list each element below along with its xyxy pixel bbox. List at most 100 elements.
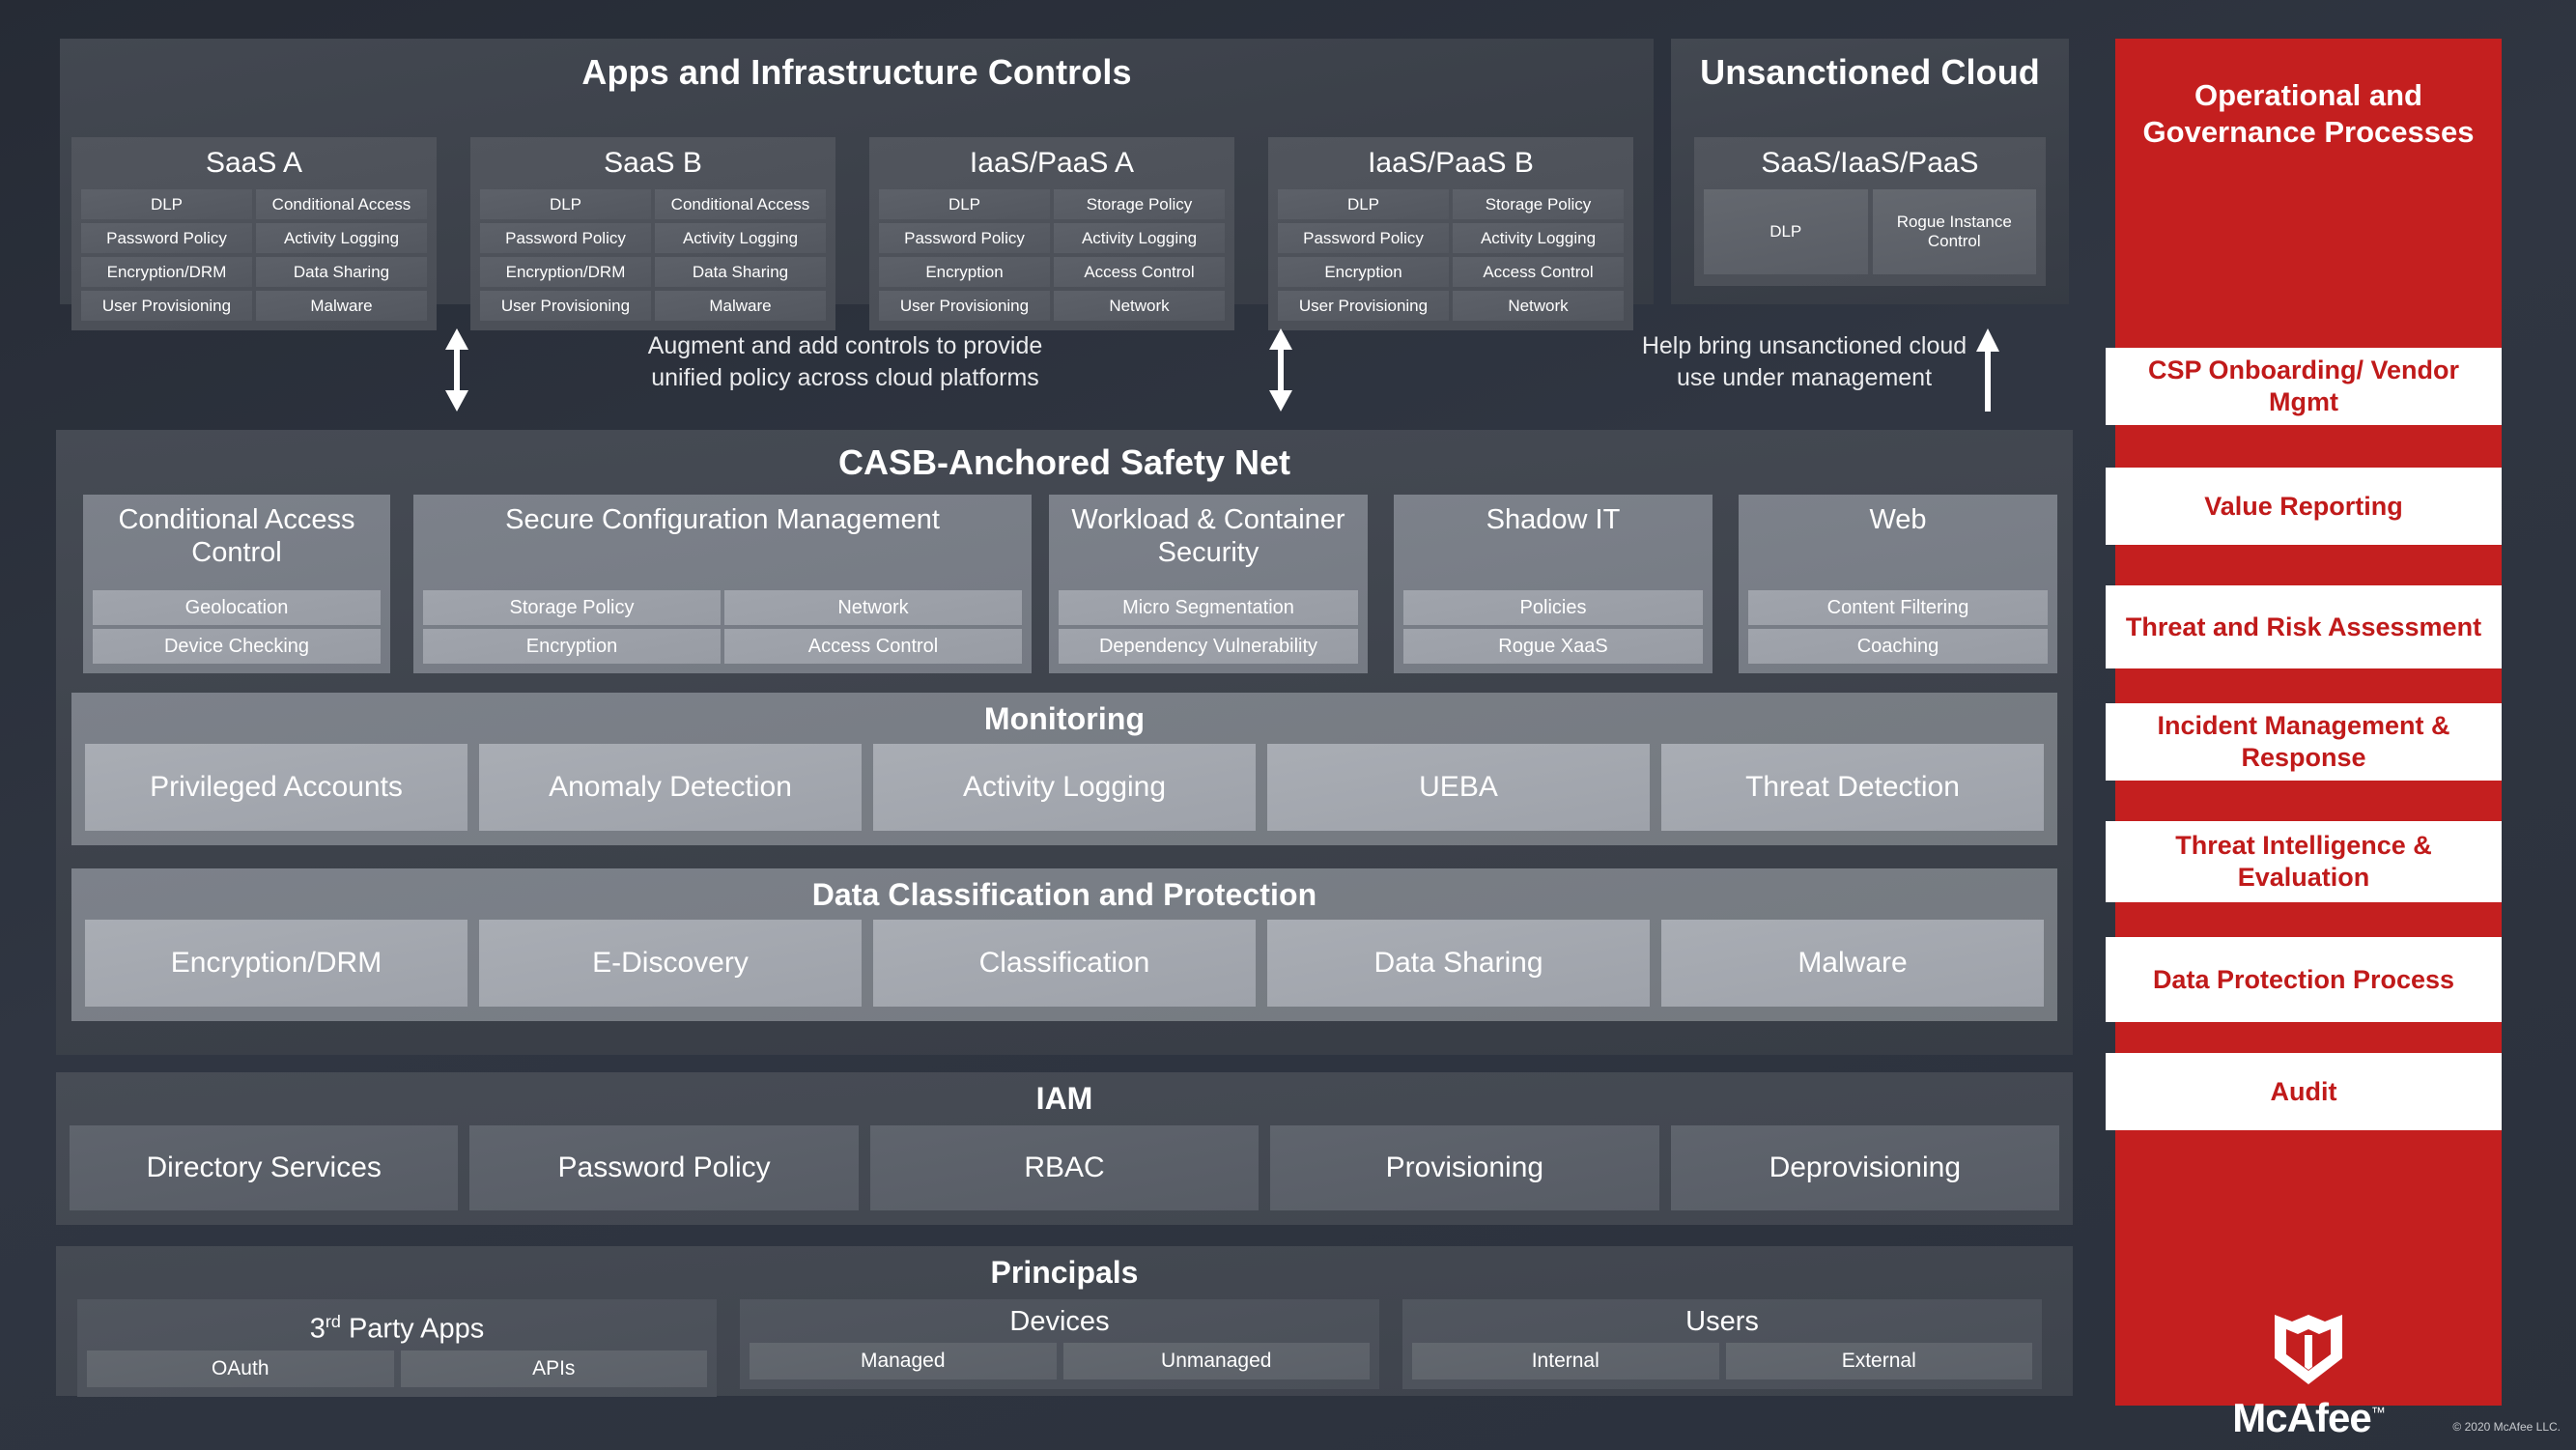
apps-infrastructure-panel: Apps and Infrastructure Controls SaaS A … [60,39,1654,330]
iam-items: Directory Services Password Policy RBAC … [70,1125,2059,1210]
column-items: Storage Policy Network Encryption Access… [423,590,1022,664]
governance-item[interactable]: Value Reporting [2106,468,2502,545]
control-cell: User Provisioning [879,291,1050,321]
iam-item: Directory Services [70,1125,459,1210]
control-cell: Malware [655,291,826,321]
iam-title: IAM [1035,1081,1093,1116]
copyright-notice: © 2020 McAfee LLC. [2452,1420,2561,1434]
mcafee-shield-icon [2275,1315,2342,1384]
column-items: Content Filtering Coaching [1748,590,2048,664]
column-item: Geolocation [93,590,381,625]
governance-rail: Operational and Governance Processes McA… [2106,39,2502,1440]
control-cell: Storage Policy [1453,189,1624,219]
governance-title: Operational and Governance Processes [2115,39,2502,151]
caption-line: Augment and add controls to provide [647,332,1043,359]
control-cell: Conditional Access [655,189,826,219]
control-cell: User Provisioning [81,291,252,321]
group-item: APIs [400,1350,707,1387]
principals-panel: Principals 3rd Party Apps OAuth APIs Dev… [56,1246,2073,1397]
column-item: Coaching [1748,629,2048,664]
column-title: Workload & Container Security [1071,504,1345,568]
control-cell: DLP [1278,189,1449,219]
column-item: Device Checking [93,629,381,664]
control-cell: Data Sharing [655,257,826,287]
control-cell: Encryption [879,257,1050,287]
provider-title: SaaS A [205,147,303,179]
governance-item[interactable]: Threat and Risk Assessment [2106,585,2502,668]
monitoring-item: Activity Logging [873,744,1256,831]
control-cell: Password Policy [480,223,651,253]
data-classification-item: E-Discovery [479,920,862,1007]
control-cell: Activity Logging [655,223,826,253]
governance-title-line: Governance Processes [2142,115,2475,149]
provider-card-saas-a: SaaS A DLP Conditional Access Password P… [71,137,437,330]
control-cell: DLP [81,189,252,219]
group-title: Users [1685,1306,1759,1337]
column-item: Policies [1403,590,1703,625]
monitoring-item: Threat Detection [1661,744,2044,831]
iam-item: Password Policy [469,1125,859,1210]
group-item: Unmanaged [1062,1343,1370,1379]
data-classification-item: Encryption/DRM [85,920,467,1007]
data-classification-title: Data Classification and Protection [811,877,1317,912]
column-items: Micro Segmentation Dependency Vulnerabil… [1059,590,1358,664]
governance-item[interactable]: Incident Management & Response [2106,703,2502,781]
casb-column-conditional-access-control: Conditional Access Control Geolocation D… [83,495,390,673]
monitoring-item: Anomaly Detection [479,744,862,831]
control-cell: Data Sharing [256,257,427,287]
upward-arrow-right [1976,328,1999,412]
group-item: Internal [1412,1343,1719,1379]
governance-item[interactable]: CSP Onboarding/ Vendor Mgmt [2106,348,2502,425]
provider-title: IaaS/PaaS B [1368,147,1534,179]
bidirectional-arrow-middle [1269,328,1292,412]
monitoring-item: Privileged Accounts [85,744,467,831]
principals-title: Principals [990,1255,1139,1290]
iam-item: Provisioning [1270,1125,1659,1210]
unsanctioned-cloud-panel: Unsanctioned Cloud SaaS/IaaS/PaaS DLP Ro… [1671,39,2069,304]
data-classification-item: Classification [873,920,1256,1007]
connector-caption-left: Augment and add controls to provide unif… [551,330,1140,394]
casb-title: CASB-Anchored Safety Net [837,442,1291,482]
control-cell: Network [1453,291,1624,321]
monitoring-item: UEBA [1267,744,1650,831]
control-grid: DLP Storage Policy Password Policy Activ… [879,189,1225,321]
governance-item[interactable]: Threat Intelligence & Evaluation [2106,821,2502,902]
control-cell: Access Control [1453,257,1624,287]
control-cell: User Provisioning [1278,291,1449,321]
control-cell: Password Policy [879,223,1050,253]
casb-column-workload-container-security: Workload & Container Security Micro Segm… [1049,495,1368,673]
control-cell: Password Policy [81,223,252,253]
control-cell: Encryption/DRM [81,257,252,287]
control-cell: DLP [480,189,651,219]
control-grid: DLP Conditional Access Password Policy A… [480,189,826,321]
monitoring-title: Monitoring [983,701,1146,736]
column-items: Geolocation Device Checking [93,590,381,664]
control-cell: Network [1054,291,1225,321]
provider-card-iaas-paas-a: IaaS/PaaS A DLP Storage Policy Password … [869,137,1234,330]
control-cell: DLP [879,189,1050,219]
control-cell: Activity Logging [256,223,427,253]
provider-card-saas-b: SaaS B DLP Conditional Access Password P… [470,137,835,330]
group-title: 3rd Party Apps [309,1312,485,1345]
casb-column-shadow-it: Shadow IT Policies Rogue XaaS [1394,495,1713,673]
bidirectional-arrow-left [445,328,468,412]
column-title: Shadow IT [1486,504,1621,535]
control-cell: Storage Policy [1054,189,1225,219]
column-item: Access Control [724,629,1022,664]
governance-item[interactable]: Audit [2106,1053,2502,1130]
column-title: Secure Configuration Management [505,504,940,535]
principals-group-devices: Devices Managed Unmanaged [740,1299,1379,1389]
data-classification-items: Encryption/DRM E-Discovery Classificatio… [85,920,2044,1007]
control-cell: Malware [256,291,427,321]
column-item: Encryption [423,629,721,664]
unsanctioned-control-grid: DLP Rogue Instance Control [1704,189,2036,274]
column-item: Network [724,590,1022,625]
group-items: OAuth APIs [87,1350,707,1387]
monitoring-band: Monitoring Privileged Accounts Anomaly D… [71,693,2057,845]
column-title: Conditional Access Control [118,504,355,568]
unsanctioned-group-card: SaaS/IaaS/PaaS DLP Rogue Instance Contro… [1694,137,2046,286]
group-items: Managed Unmanaged [750,1343,1370,1379]
governance-item[interactable]: Data Protection Process [2106,937,2502,1022]
ordinal-suffix: rd [325,1312,341,1331]
iam-panel: IAM Directory Services Password Policy R… [56,1072,2073,1225]
